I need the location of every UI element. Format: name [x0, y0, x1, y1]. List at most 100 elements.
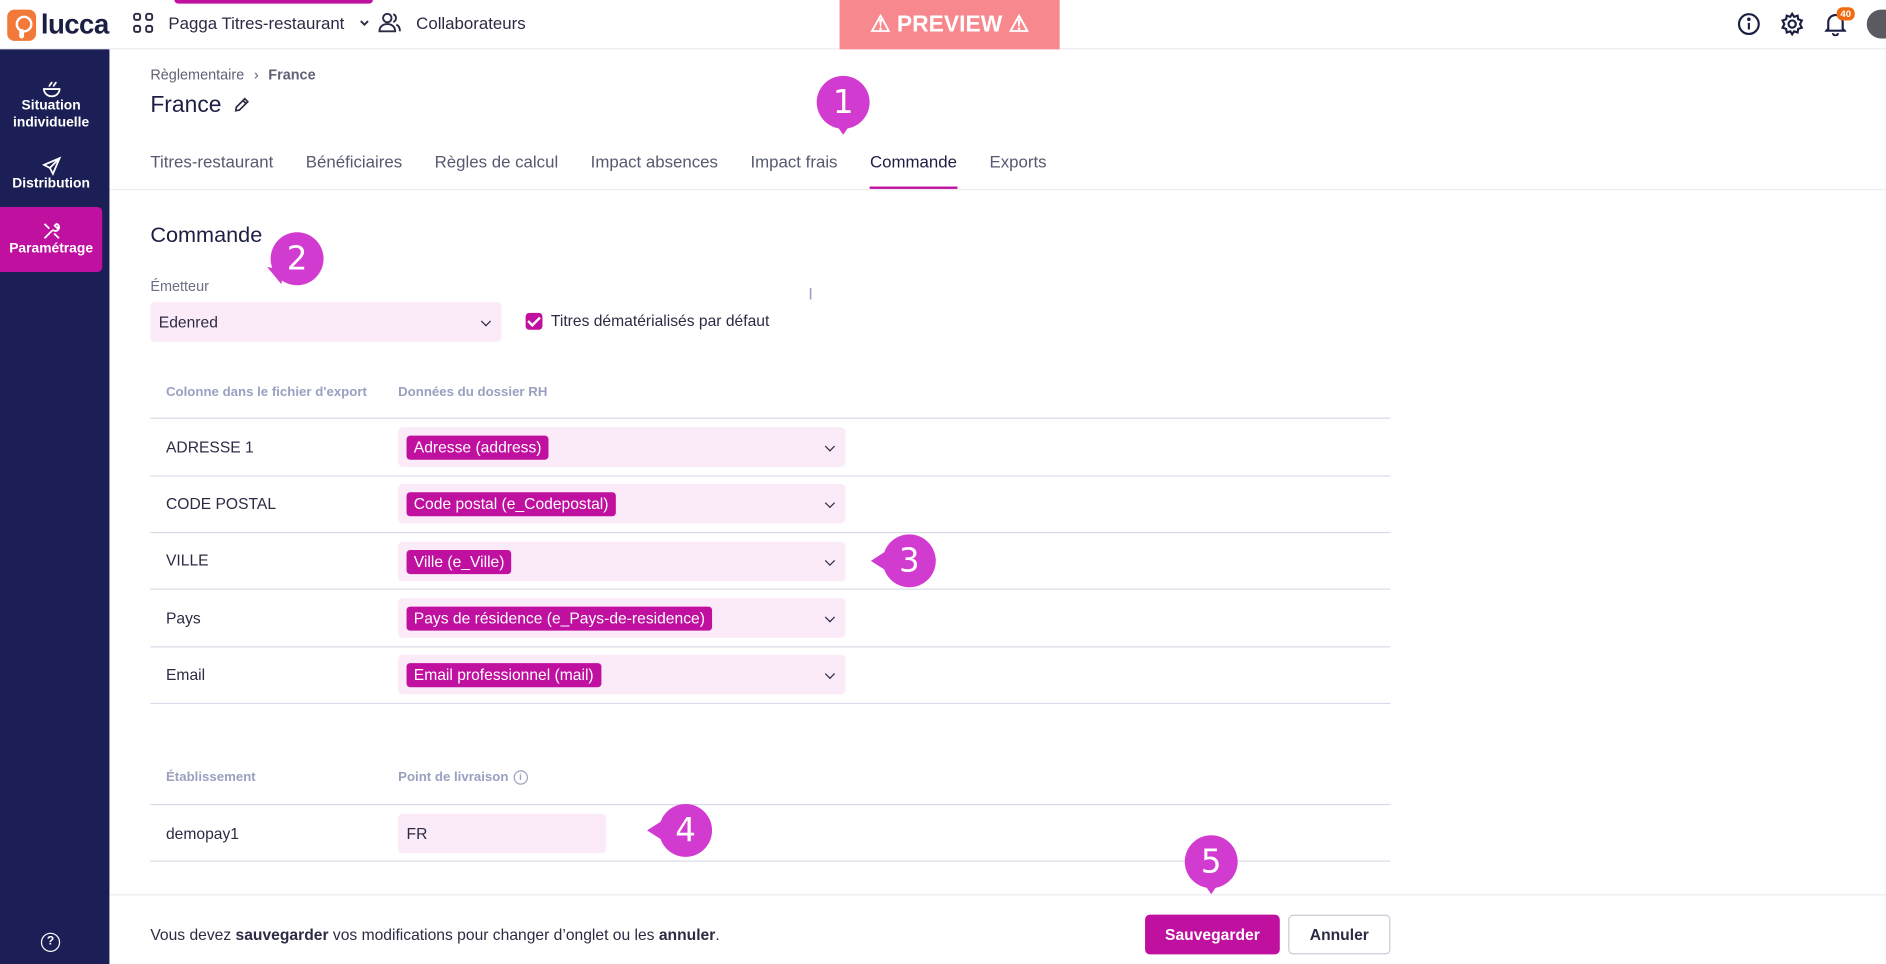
- lucca-logo-icon: [7, 9, 37, 41]
- mapping-row-label: VILLE: [165, 551, 209, 570]
- chevron-down-icon: [824, 668, 836, 679]
- divider: [150, 531, 1391, 534]
- delivery-point-label: Point de livraison: [398, 770, 509, 785]
- message-text: Vous devez: [150, 925, 236, 944]
- breadcrumb-separator: ›: [253, 66, 259, 84]
- help-icon[interactable]: ?: [40, 932, 61, 952]
- mapping-tag: Pays de résidence (e_Pays-de-residence): [406, 605, 713, 631]
- bowl-icon: [42, 81, 60, 98]
- tabs-divider: [109, 188, 1886, 191]
- breadcrumb-current: France: [268, 66, 316, 84]
- tab-impact-absences[interactable]: Impact absences: [591, 152, 718, 189]
- divider: [150, 417, 1391, 419]
- divider: [150, 702, 1391, 705]
- mapping-row-label: CODE POSTAL: [165, 494, 277, 513]
- breadcrumb: Règlementaire › France: [150, 66, 315, 83]
- mapping-tag: Adresse (address): [406, 435, 549, 460]
- establishment-name: demopay1: [165, 824, 240, 843]
- emitter-select[interactable]: Edenred: [150, 302, 502, 342]
- app-name: Pagga Titres-restaurant: [168, 13, 345, 33]
- tools-icon: [43, 222, 60, 239]
- divider: [150, 588, 1391, 590]
- bell-icon[interactable]: 40: [1823, 7, 1855, 37]
- info-icon[interactable]: i: [513, 770, 528, 785]
- lucca-logo[interactable]: lucca: [7, 8, 109, 41]
- delivery-point-header: Point de livraison i: [398, 770, 528, 785]
- sidebar-item-label: Situation: [21, 98, 81, 114]
- users-icon: [378, 12, 401, 33]
- app-switcher[interactable]: Pagga Titres-restaurant: [132, 12, 371, 34]
- divider: [150, 803, 1391, 806]
- mapping-select-ville[interactable]: Ville (e_Ville): [398, 541, 846, 582]
- sidebar: Situation individuelle Distribution Para…: [0, 49, 110, 964]
- save-button[interactable]: Sauvegarder: [1145, 914, 1280, 955]
- avatar[interactable]: [1866, 9, 1886, 39]
- mapping-row-label: ADRESSE 1: [165, 438, 254, 457]
- chevron-down-icon: [824, 440, 836, 452]
- step-marker-5: 5: [1184, 835, 1238, 895]
- dematerialized-checkbox[interactable]: [525, 312, 543, 330]
- section-title: Commande: [150, 222, 263, 247]
- establishment-header: Établissement: [165, 770, 256, 785]
- footer-bar: Vous devez sauvegarder vos modifications…: [109, 894, 1886, 964]
- mapping-select-email[interactable]: Email professionnel (mail): [398, 654, 846, 695]
- mapping-row-label: Email: [165, 665, 206, 684]
- delivery-point-input[interactable]: FR: [398, 813, 607, 854]
- tabs: Titres-restaurant Bénéficiaires Règles d…: [150, 152, 1079, 189]
- top-bar: lucca Pagga Titres-restaurant Collaborat…: [0, 0, 1886, 50]
- mapping-row-label: Pays: [165, 608, 201, 628]
- tab-exports[interactable]: Exports: [989, 152, 1046, 189]
- pencil-icon[interactable]: [233, 96, 250, 119]
- emitter-value: Edenred: [158, 312, 218, 331]
- message-save-word: sauvegarder: [235, 925, 329, 944]
- message-cancel-word: annuler: [658, 925, 716, 944]
- apps-grid-icon: [133, 12, 154, 33]
- paper-plane-icon: [41, 156, 61, 176]
- chevron-down-icon: [824, 611, 836, 622]
- sidebar-item-label: Paramétrage: [9, 241, 94, 257]
- tab-regles-de-calcul[interactable]: Règles de calcul: [435, 152, 559, 189]
- tab-commande[interactable]: Commande: [869, 152, 958, 189]
- mapping-select-adresse[interactable]: Adresse (address): [398, 427, 846, 467]
- divider: [150, 475, 1391, 477]
- emitter-label: Émetteur: [150, 278, 209, 295]
- sidebar-item-label: individuelle: [13, 115, 90, 130]
- mapping-tag: Ville (e_Ville): [406, 549, 512, 574]
- cancel-button[interactable]: Annuler: [1288, 914, 1391, 955]
- breadcrumb-parent[interactable]: Règlementaire: [150, 66, 244, 83]
- hr-data-header: Données du dossier RH: [398, 385, 548, 400]
- chevron-down-icon: [824, 497, 836, 508]
- sidebar-item-parametrage[interactable]: Paramétrage: [0, 207, 103, 272]
- delivery-point-value: FR: [406, 824, 428, 843]
- tab-beneficiaires[interactable]: Bénéficiaires: [306, 152, 402, 189]
- notification-badge: 40: [1836, 7, 1855, 21]
- chevron-down-icon: [360, 20, 370, 27]
- tab-titres-restaurant[interactable]: Titres-restaurant: [150, 152, 273, 189]
- page-title: France: [150, 92, 222, 118]
- step-marker-2: 2: [270, 232, 324, 286]
- mapping-tag: Code postal (e_Codepostal): [406, 491, 616, 516]
- step-marker-3: 3: [870, 534, 936, 588]
- message-text: vos modifications pour changer d’onglet …: [328, 925, 659, 944]
- preview-banner: ⚠ PREVIEW ⚠: [839, 0, 1060, 50]
- collaborators-link[interactable]: Collaborateurs: [378, 12, 526, 34]
- sidebar-item-distribution[interactable]: Distribution: [0, 142, 102, 207]
- app-active-indicator: [174, 0, 373, 4]
- step-marker-4: 4: [647, 803, 713, 857]
- unsaved-message: Vous devez sauvegarder vos modifications…: [150, 925, 719, 943]
- gear-icon[interactable]: [1780, 12, 1804, 37]
- tab-impact-frais[interactable]: Impact frais: [750, 152, 837, 189]
- chevron-down-icon: [824, 555, 836, 566]
- step-marker-1: 1: [816, 75, 870, 135]
- mapping-tag: Email professionnel (mail): [406, 662, 601, 687]
- sidebar-item-situation[interactable]: Situation individuelle: [0, 73, 102, 138]
- message-text: .: [715, 925, 720, 944]
- info-icon[interactable]: [1737, 12, 1761, 36]
- logo-text: lucca: [40, 8, 109, 40]
- main-content: Règlementaire › France France Titres-res…: [109, 49, 1886, 964]
- chevron-down-icon: [480, 315, 492, 326]
- mapping-select-code-postal[interactable]: Code postal (e_Codepostal): [398, 483, 846, 524]
- text-cursor-icon: I: [808, 284, 813, 304]
- mapping-select-pays[interactable]: Pays de résidence (e_Pays-de-residence): [398, 598, 846, 638]
- dematerialized-label: Titres dématérialisés par défaut: [550, 311, 770, 330]
